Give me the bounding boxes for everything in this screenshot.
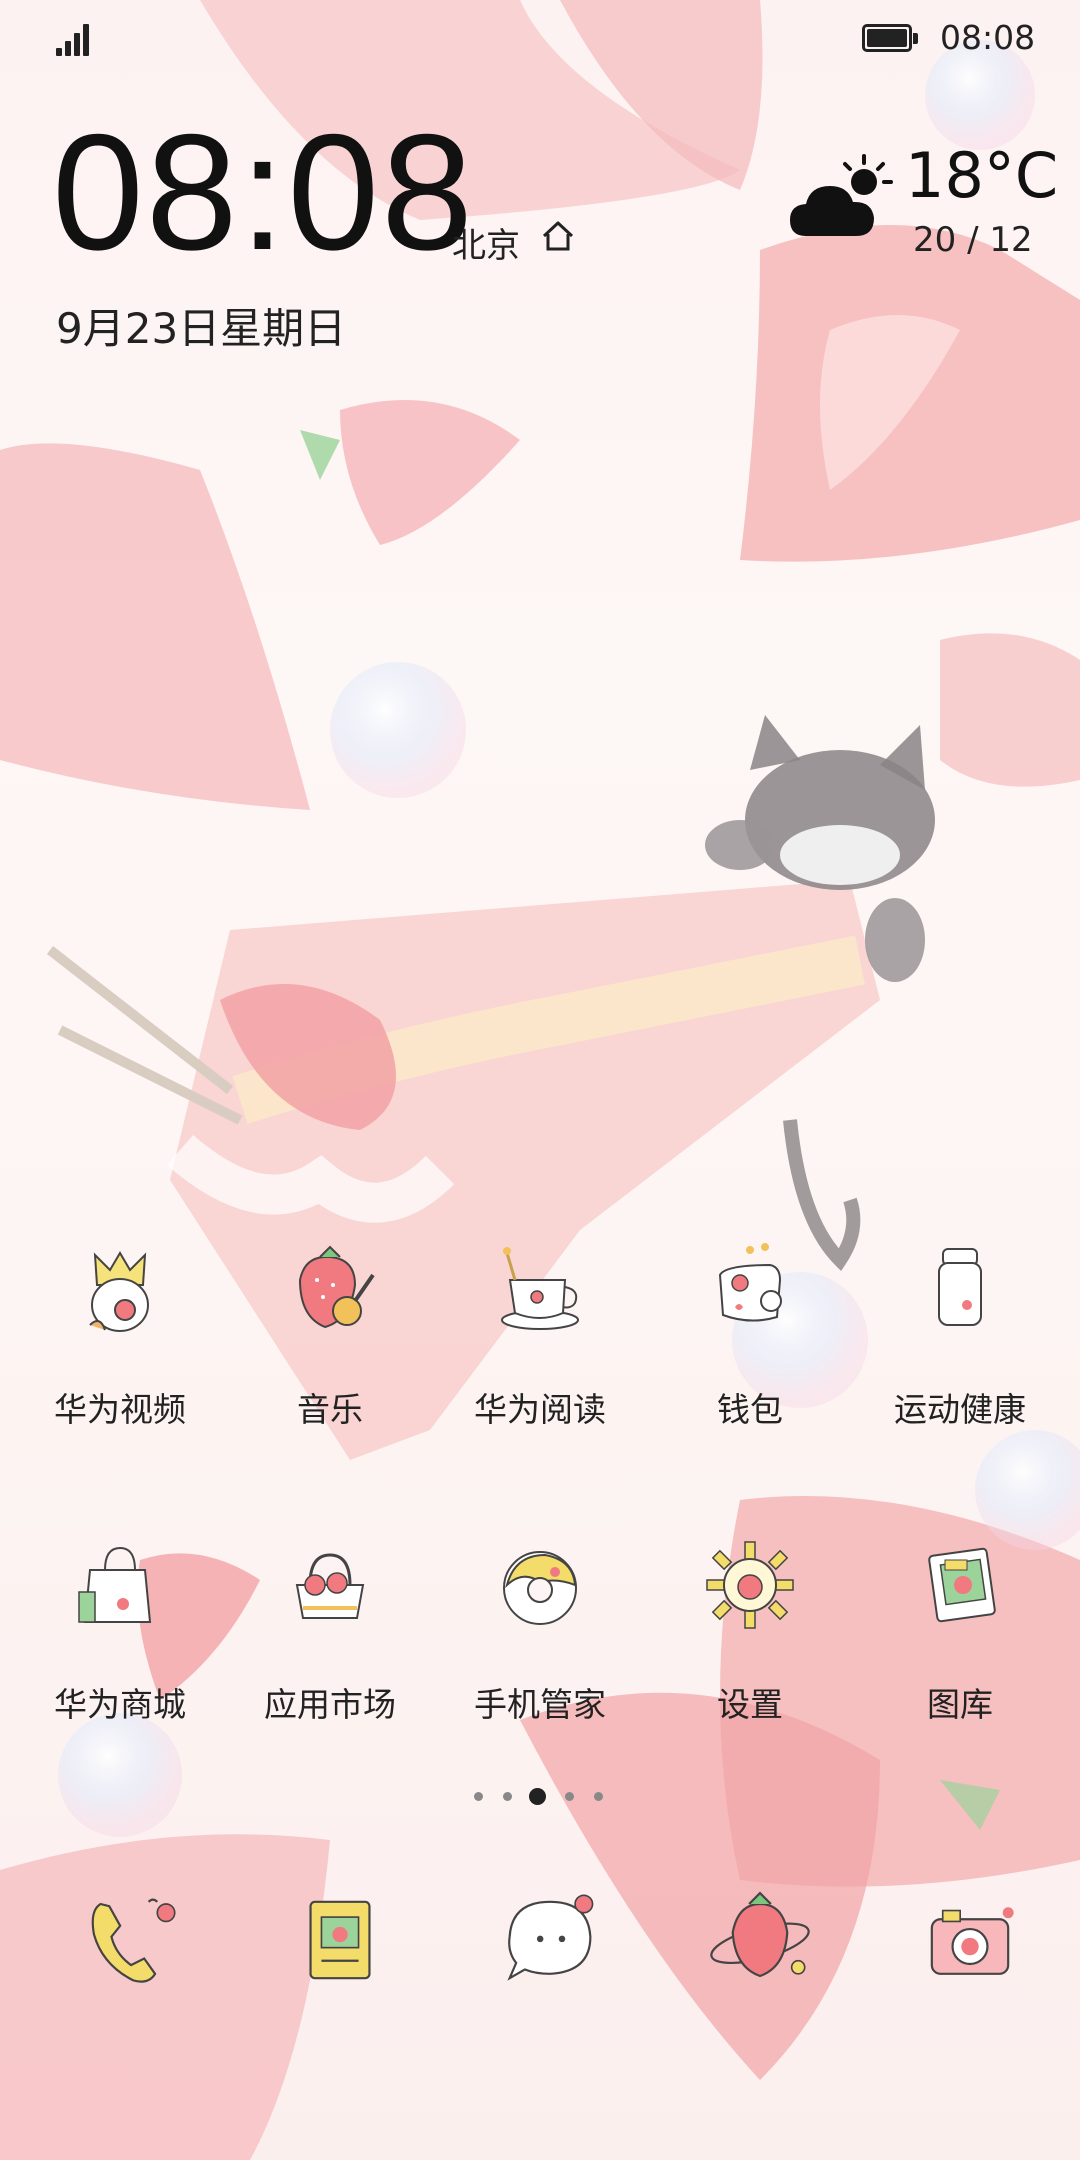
video-icon [89, 1251, 149, 1332]
wallet-icon [718, 1243, 782, 1322]
phone-manager-icon [503, 1551, 577, 1625]
dock-camera[interactable] [910, 1880, 1030, 2000]
app-huawei-video[interactable]: 华为视频 [20, 1235, 220, 1455]
phone-icon [91, 1898, 176, 1983]
app-wallet[interactable]: 钱包 [650, 1235, 850, 1455]
app-label: 设置 [717, 1685, 783, 1724]
health-icon [938, 1248, 982, 1326]
page-dot[interactable] [503, 1792, 512, 1801]
contacts-icon [309, 1900, 371, 1980]
dock-messages[interactable] [490, 1880, 610, 2000]
weather-temperature-range: 20 / 12 [913, 220, 1033, 260]
camera-icon [930, 1907, 1014, 1975]
app-label: 华为视频 [54, 1390, 186, 1429]
signal-strength-icon [56, 22, 94, 56]
app-phone-manager[interactable]: 手机管家 [440, 1530, 640, 1750]
app-label: 华为阅读 [474, 1390, 606, 1429]
music-icon [298, 1245, 375, 1329]
page-dot-active[interactable] [529, 1788, 546, 1805]
app-health[interactable]: 运动健康 [860, 1235, 1060, 1455]
dock-contacts[interactable] [280, 1880, 400, 2000]
browser-icon [710, 1891, 810, 1978]
app-label: 音乐 [297, 1390, 363, 1429]
battery-full-icon [862, 24, 918, 54]
app-label: 图库 [927, 1685, 993, 1724]
home-icon [542, 221, 574, 251]
status-time: 08:08 [940, 18, 1036, 57]
app-app-market[interactable]: 应用市场 [230, 1530, 430, 1750]
reading-icon [501, 1247, 579, 1330]
partly-cloudy-icon[interactable] [788, 152, 898, 244]
store-icon [78, 1546, 152, 1623]
app-huawei-store[interactable]: 华为商城 [20, 1530, 220, 1750]
app-label: 钱包 [717, 1390, 783, 1429]
app-label: 手机管家 [474, 1685, 606, 1724]
dock-phone[interactable] [70, 1880, 190, 2000]
page-dot[interactable] [594, 1792, 603, 1801]
clock-city[interactable]: 北京 [452, 218, 520, 267]
gallery-icon [928, 1547, 996, 1623]
page-dot[interactable] [474, 1792, 483, 1801]
app-market-icon [295, 1553, 365, 1619]
app-label: 运动健康 [894, 1390, 1026, 1429]
messages-icon [507, 1894, 594, 1981]
settings-icon [706, 1541, 794, 1629]
page-indicator[interactable] [470, 1786, 610, 1806]
weather-temperature[interactable]: 18°C [905, 145, 1058, 207]
page-dot[interactable] [565, 1792, 574, 1801]
app-gallery[interactable]: 图库 [860, 1530, 1060, 1750]
app-huawei-reading[interactable]: 华为阅读 [440, 1235, 640, 1455]
status-bar: 08:08 [0, 0, 1080, 80]
app-settings[interactable]: 设置 [650, 1530, 850, 1750]
clock-time[interactable]: 08:08 [52, 110, 475, 275]
app-label: 华为商城 [54, 1685, 186, 1724]
clock-date[interactable]: 9月23日星期日 [56, 295, 346, 356]
app-label: 应用市场 [264, 1685, 396, 1724]
app-music[interactable]: 音乐 [230, 1235, 430, 1455]
dock-browser[interactable] [700, 1880, 820, 2000]
